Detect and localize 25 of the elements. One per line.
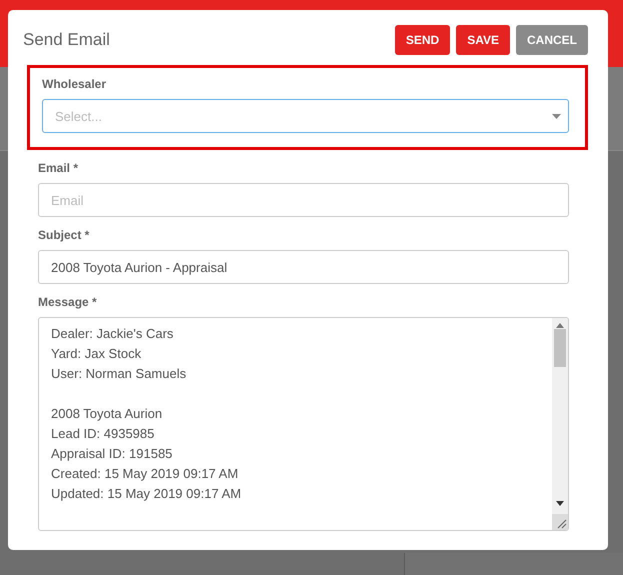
resize-grip-icon[interactable] (552, 514, 568, 530)
message-line: 2008 Toyota Aurion (51, 405, 164, 423)
action-button[interactable]: SAVE (456, 25, 510, 55)
field-label: Message * (38, 295, 98, 309)
message-line: Created: 15 May 2019 09:17 AM (51, 465, 240, 483)
message-line: User: Norman Samuels (51, 365, 188, 383)
input-field[interactable]: 2008 Toyota Aurion - Appraisal (38, 250, 569, 284)
field-label: Subject * (38, 228, 90, 242)
field-label: Email * (38, 161, 80, 175)
message-line: Lead ID: 4935985 (51, 425, 156, 443)
dropdown-caret-icon (552, 114, 561, 119)
input-field[interactable]: Email (38, 183, 569, 217)
message-line: Updated: 15 May 2019 09:17 AM (51, 485, 242, 503)
scrollbar[interactable] (552, 318, 568, 530)
cancel-button[interactable]: CANCEL (516, 25, 588, 55)
dialog-title: Send Email (23, 30, 110, 50)
message-textarea[interactable]: Dealer: Jackie's Cars Yard: Jax Stock User: Norman Samuels 2008 Toyota Aurion Lead ID: 4935985 Appraisal ID: 191585 Created: 15 May 2019 09:17 AM Updated: 15 May 2019 09:17 AM (38, 317, 569, 531)
field-label: Wholesaler (42, 77, 108, 91)
message-line: Yard: Jax Stock (51, 345, 142, 363)
message-line: Appraisal ID: 191585 (51, 445, 174, 463)
scroll-thumb[interactable] (554, 329, 566, 367)
select-field[interactable]: Select... (42, 99, 569, 133)
action-button[interactable]: SEND (394, 25, 450, 55)
message-line: Dealer: Jackie's Cars (51, 325, 174, 343)
scroll-down-icon (556, 501, 564, 506)
